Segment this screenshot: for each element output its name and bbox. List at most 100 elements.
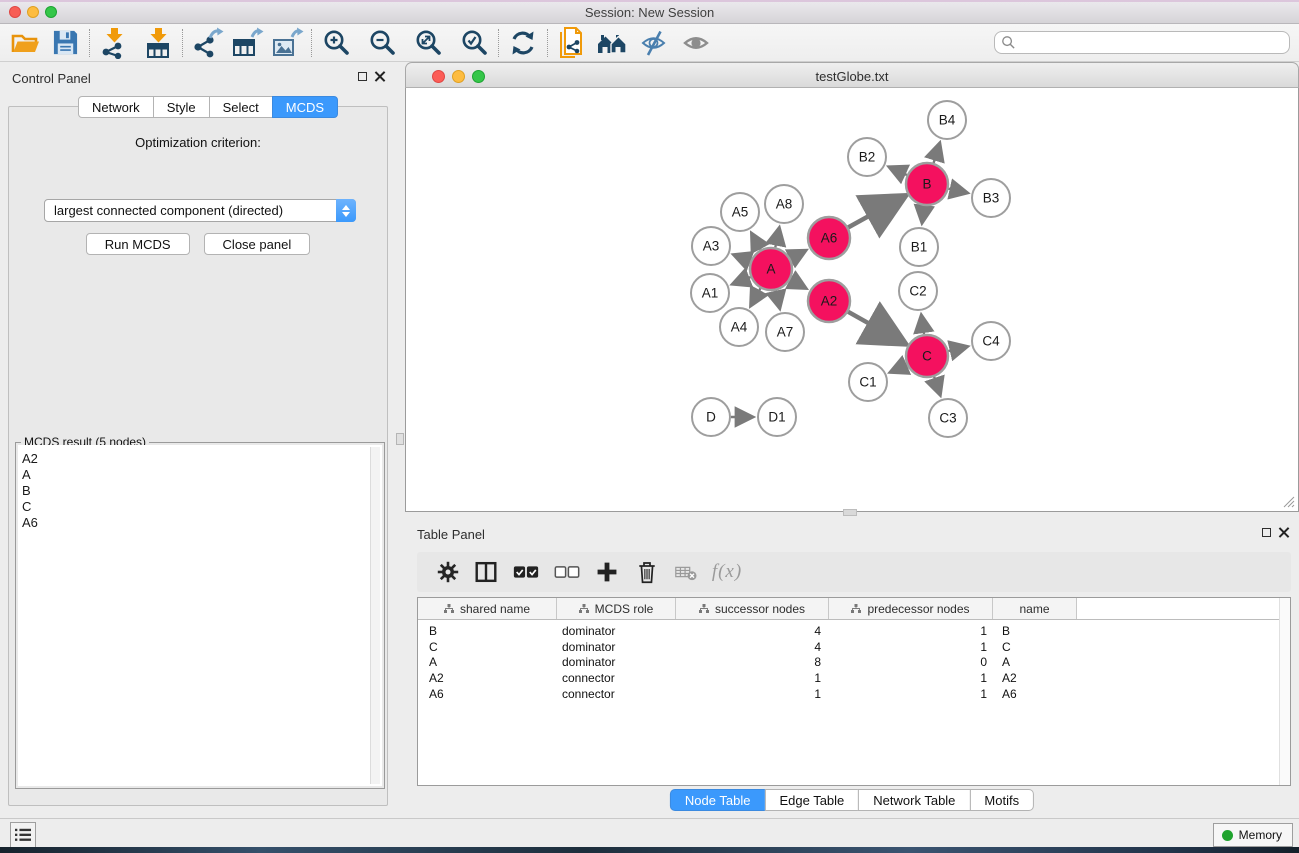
cell-successor-nodes[interactable]: 1 bbox=[676, 671, 829, 685]
table-row[interactable]: A2 connector 1 1 A2 bbox=[418, 670, 1290, 686]
search-input[interactable] bbox=[1016, 35, 1283, 51]
network-canvas[interactable]: B4 B2 B B3 A5 A8 A6 B1 A3 A C2 A1 A2 bbox=[405, 88, 1299, 512]
task-history-button[interactable] bbox=[10, 822, 36, 848]
node-A6[interactable]: A6 bbox=[808, 217, 850, 259]
show-column-button[interactable] bbox=[467, 555, 505, 589]
result-scrollbar[interactable] bbox=[370, 447, 380, 784]
tab-select[interactable]: Select bbox=[209, 96, 273, 118]
table-row[interactable]: C dominator 4 1 C bbox=[418, 639, 1290, 655]
cell-predecessor-nodes[interactable]: 1 bbox=[829, 640, 993, 654]
cell-mcds-role[interactable]: connector bbox=[557, 687, 676, 701]
node-C4[interactable]: C4 bbox=[972, 322, 1010, 360]
cell-mcds-role[interactable]: dominator bbox=[557, 640, 676, 654]
result-item[interactable]: C bbox=[22, 499, 382, 515]
search-box[interactable] bbox=[994, 31, 1290, 54]
node-A7[interactable]: A7 bbox=[766, 313, 804, 351]
column-header-successor-nodes[interactable]: successor nodes bbox=[676, 598, 829, 619]
edge-A-A7[interactable] bbox=[776, 291, 780, 309]
column-header-name[interactable]: name bbox=[993, 598, 1077, 619]
tab-network-table[interactable]: Network Table bbox=[858, 789, 970, 811]
cell-successor-nodes[interactable]: 4 bbox=[676, 640, 829, 654]
deselect-all-button[interactable] bbox=[548, 555, 586, 589]
zoom-out-button[interactable] bbox=[365, 26, 399, 60]
edge-A6-B[interactable] bbox=[848, 197, 904, 228]
cell-shared-name[interactable]: A2 bbox=[418, 671, 557, 685]
edge-A-A8[interactable] bbox=[775, 228, 779, 248]
float-table-panel-icon[interactable] bbox=[1262, 528, 1271, 537]
close-table-panel-icon[interactable] bbox=[1278, 527, 1289, 538]
delete-table-button[interactable] bbox=[667, 555, 705, 589]
edge-A-A6[interactable] bbox=[790, 250, 806, 258]
edge-A-A1[interactable] bbox=[732, 277, 750, 284]
edge-A-A3[interactable] bbox=[733, 255, 750, 262]
optimization-criterion-dropdown[interactable]: largest connected component (directed) bbox=[44, 199, 356, 222]
cell-predecessor-nodes[interactable]: 0 bbox=[829, 655, 993, 669]
memory-button[interactable]: Memory bbox=[1213, 823, 1293, 847]
edge-B-B2[interactable] bbox=[889, 167, 907, 175]
edge-A-A4[interactable] bbox=[751, 288, 761, 306]
table-row[interactable]: A6 connector 1 1 A6 bbox=[418, 686, 1290, 702]
function-builder-button[interactable]: f(x) bbox=[708, 555, 746, 589]
node-B4[interactable]: B4 bbox=[928, 101, 966, 139]
node-D[interactable]: D bbox=[692, 398, 730, 436]
tab-network[interactable]: Network bbox=[78, 96, 154, 118]
show-details-button[interactable] bbox=[679, 26, 713, 60]
zoom-in-button[interactable] bbox=[319, 26, 353, 60]
import-network-button[interactable] bbox=[97, 26, 131, 60]
resize-grip-icon[interactable] bbox=[1282, 495, 1295, 508]
cell-predecessor-nodes[interactable]: 1 bbox=[829, 671, 993, 685]
edge-C-C1[interactable] bbox=[890, 365, 907, 372]
node-C[interactable]: C bbox=[906, 335, 948, 377]
cell-name[interactable]: C bbox=[993, 640, 1077, 654]
edge-A2-C[interactable] bbox=[848, 312, 904, 344]
cell-shared-name[interactable]: A bbox=[418, 655, 557, 669]
tab-mcds[interactable]: MCDS bbox=[272, 96, 338, 118]
run-mcds-button[interactable]: Run MCDS bbox=[86, 233, 190, 255]
panel-divider-grip[interactable] bbox=[396, 433, 404, 445]
result-item[interactable]: A bbox=[22, 467, 382, 483]
node-C3[interactable]: C3 bbox=[929, 399, 967, 437]
node-A2[interactable]: A2 bbox=[808, 280, 850, 322]
table-options-button[interactable] bbox=[429, 555, 467, 589]
mcds-result-list[interactable]: A2 A B C A6 bbox=[18, 445, 382, 786]
save-session-button[interactable] bbox=[48, 26, 82, 60]
edge-C-C4[interactable] bbox=[948, 347, 967, 352]
cell-mcds-role[interactable]: dominator bbox=[557, 655, 676, 669]
column-header-predecessor-nodes[interactable]: predecessor nodes bbox=[829, 598, 993, 619]
table-scrollbar[interactable] bbox=[1279, 598, 1290, 785]
node-B[interactable]: B bbox=[906, 163, 948, 205]
node-B2[interactable]: B2 bbox=[848, 138, 886, 176]
edge-B-B1[interactable] bbox=[922, 206, 924, 223]
node-A8[interactable]: A8 bbox=[765, 185, 803, 223]
select-all-button[interactable] bbox=[507, 555, 545, 589]
node-B1[interactable]: B1 bbox=[900, 228, 938, 266]
node-B3[interactable]: B3 bbox=[972, 179, 1010, 217]
node-A5[interactable]: A5 bbox=[721, 193, 759, 231]
node-C1[interactable]: C1 bbox=[849, 363, 887, 401]
edge-B-B3[interactable] bbox=[949, 189, 968, 193]
table-row[interactable]: A dominator 8 0 A bbox=[418, 655, 1290, 671]
result-item[interactable]: A2 bbox=[22, 451, 382, 467]
close-panel-button[interactable]: Close panel bbox=[204, 233, 311, 255]
open-session-button[interactable] bbox=[8, 26, 42, 60]
result-item[interactable]: B bbox=[22, 483, 382, 499]
float-panel-icon[interactable] bbox=[358, 72, 367, 81]
home-networks-button[interactable] bbox=[595, 26, 629, 60]
cell-name[interactable]: A2 bbox=[993, 671, 1077, 685]
result-item[interactable]: A6 bbox=[22, 515, 382, 531]
tab-motifs[interactable]: Motifs bbox=[969, 789, 1034, 811]
add-column-button[interactable] bbox=[588, 555, 626, 589]
node-A[interactable]: A bbox=[750, 248, 792, 290]
cell-mcds-role[interactable]: connector bbox=[557, 671, 676, 685]
cell-name[interactable]: A bbox=[993, 655, 1077, 669]
cell-successor-nodes[interactable]: 4 bbox=[676, 624, 829, 638]
edge-A-A5[interactable] bbox=[752, 233, 761, 250]
edge-B-B4[interactable] bbox=[934, 143, 940, 163]
node-C2[interactable]: C2 bbox=[899, 272, 937, 310]
cell-shared-name[interactable]: A6 bbox=[418, 687, 557, 701]
cell-predecessor-nodes[interactable]: 1 bbox=[829, 687, 993, 701]
column-header-shared-name[interactable]: shared name bbox=[418, 598, 557, 619]
cell-shared-name[interactable]: B bbox=[418, 624, 557, 638]
import-table-button[interactable] bbox=[141, 26, 175, 60]
export-table-button[interactable] bbox=[230, 26, 264, 60]
